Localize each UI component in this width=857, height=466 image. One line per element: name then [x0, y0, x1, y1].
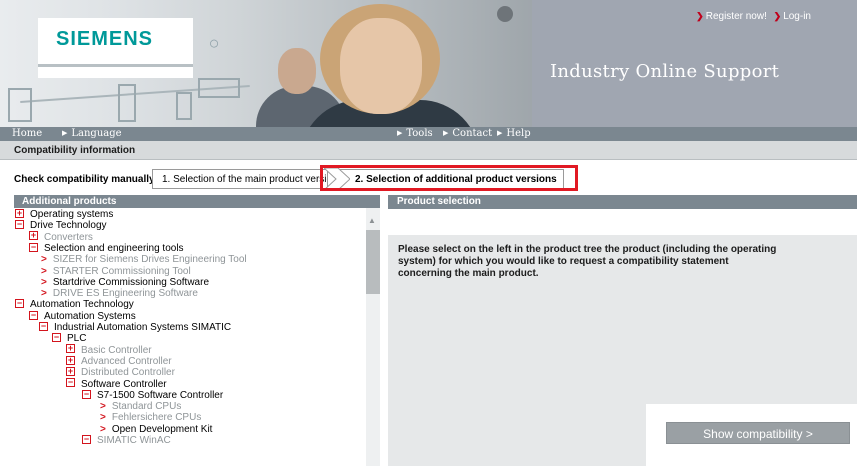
collapse-icon[interactable]: − [66, 378, 75, 388]
triangle-right-icon: ▶ [497, 129, 503, 137]
tree-node[interactable]: + Distributed Controller [66, 367, 175, 379]
tree-node[interactable]: + Basic Controller [66, 344, 152, 357]
wizard-label: Check compatibility manually [14, 174, 155, 185]
page-title: Industry Online Support [550, 61, 780, 82]
collapse-icon[interactable]: − [39, 321, 48, 331]
siemens-logo[interactable]: SIEMENS [56, 28, 153, 51]
leaf-arrow-icon[interactable]: > [100, 412, 106, 423]
tree-node[interactable]: > Startdrive Commissioning Software [41, 277, 209, 289]
arrow-right-icon: ❯ [773, 11, 782, 21]
tree-node-label: Converters [44, 231, 93, 243]
tree-node-label: Automation Technology [30, 299, 134, 311]
tree-node[interactable]: − SIMATIC WinAC [82, 434, 171, 447]
triangle-right-icon: ▶ [62, 129, 68, 137]
show-compatibility-button[interactable]: Show compatibility > [666, 422, 850, 444]
leaf-arrow-icon[interactable]: > [41, 277, 47, 288]
account-links: ❯ Register now! ❯ Log-in [692, 11, 811, 22]
leaf-arrow-icon[interactable]: > [100, 424, 106, 435]
tree-node-label: SIZER for Siemens Drives Engineering Too… [52, 254, 247, 266]
nav-help[interactable]: ▶ Help [497, 128, 531, 139]
tree-node-label: Open Development Kit [111, 423, 213, 435]
tree-node[interactable]: > Open Development Kit [100, 424, 212, 436]
nav-tools[interactable]: ▶ Tools [397, 128, 433, 139]
speech-bubble-icon: ○ [208, 33, 220, 53]
collapse-icon[interactable]: − [52, 333, 61, 343]
tree-node-label: Advanced Controller [81, 355, 172, 367]
section-bar: Compatibility information [0, 141, 857, 160]
chevron-up-icon[interactable]: ▲ [368, 216, 376, 225]
tree-node-label: Distributed Controller [81, 367, 175, 379]
scrollbar-thumb[interactable] [366, 230, 380, 294]
leaf-arrow-icon[interactable]: > [100, 401, 106, 412]
tree-node[interactable]: > STARTER Commissioning Tool [41, 266, 191, 278]
tree-node-label: STARTER Commissioning Tool [52, 265, 191, 277]
nav-language-label: Language [71, 128, 122, 139]
tree-node-label: Operating systems [30, 209, 114, 220]
expand-icon[interactable]: + [66, 355, 75, 365]
expand-icon[interactable]: + [66, 344, 75, 354]
tree-node-label: Fehlersichere CPUs [111, 412, 202, 424]
nav-help-label: Help [506, 128, 531, 139]
tree-node[interactable]: − Selection and engineering tools [29, 242, 184, 255]
leaf-arrow-icon[interactable]: > [41, 254, 47, 265]
tree-node[interactable]: > SIZER for Siemens Drives Engineering To… [41, 254, 247, 266]
collapse-icon[interactable]: − [82, 389, 91, 399]
nav-contact-label: Contact [452, 128, 493, 139]
nav-contact[interactable]: ▶ Contact [443, 128, 492, 139]
additional-products-header: Additional products [14, 195, 380, 208]
header-banner-image: ○ SIEMENS [0, 0, 532, 127]
nav-home[interactable]: Home [12, 128, 42, 139]
register-link[interactable]: Register now! [706, 11, 767, 22]
tree-node[interactable]: − Industrial Automation Systems SIMATIC [39, 321, 232, 334]
tree-node-label: Drive Technology [30, 220, 107, 232]
collapse-icon[interactable]: − [15, 220, 24, 230]
tree-node-label: Standard CPUs [111, 401, 182, 413]
tree-node-label: Automation Systems [44, 310, 136, 322]
tree-node-label: SIMATIC WinAC [97, 435, 171, 446]
section-title: Compatibility information [14, 145, 136, 156]
collapse-icon[interactable]: − [29, 242, 38, 252]
product-selection-header: Product selection [388, 195, 857, 209]
tree-node[interactable]: > DRIVE ES Engineering Software [41, 288, 198, 300]
nav-tools-label: Tools [406, 128, 433, 139]
collapse-icon[interactable]: − [82, 434, 91, 444]
tree-node-label: Basic Controller [81, 344, 152, 356]
tree-node[interactable]: + Operating systems [15, 208, 114, 221]
expand-icon[interactable]: + [15, 208, 24, 218]
tree-node[interactable]: + Advanced Controller [66, 355, 172, 368]
tree-node-label: Industrial Automation Systems SIMATIC [54, 322, 232, 333]
wizard-step-1[interactable]: 1. Selection of the main product version [152, 169, 328, 189]
nav-language[interactable]: ▶ Language [62, 128, 122, 139]
tree-node[interactable]: − S7-1500 Software Controller [82, 389, 224, 402]
leaf-arrow-icon[interactable]: > [41, 266, 47, 277]
tree-node-label: Startdrive Commissioning Software [52, 276, 210, 288]
triangle-right-icon: ▶ [443, 129, 449, 137]
instruction-text: Please select on the left in the product… [398, 244, 777, 279]
triangle-right-icon: ▶ [397, 129, 403, 137]
collapse-icon[interactable]: − [15, 299, 24, 309]
tree-node[interactable]: > Standard CPUs [100, 401, 181, 413]
product-tree: + Operating systems − Drive Technology + Conv… [14, 208, 365, 466]
tree-node[interactable]: + Converters [29, 231, 93, 244]
tree-node-label: S7-1500 Software Controller [97, 389, 224, 401]
login-link[interactable]: Log-in [783, 11, 811, 22]
collapse-icon[interactable]: − [29, 310, 38, 320]
expand-icon[interactable]: + [66, 367, 75, 377]
highlight-box [320, 165, 578, 191]
tree-node-label: Selection and engineering tools [44, 242, 184, 254]
tree-node-label: Software Controller [81, 378, 167, 390]
leaf-arrow-icon[interactable]: > [41, 288, 47, 299]
tree-node-label: DRIVE ES Engineering Software [52, 288, 198, 300]
tree-node[interactable]: > Fehlersichere CPUs [100, 412, 201, 424]
site-header: ○ SIEMENS ❯ Register now! ❯ Log-in Industr… [0, 0, 857, 127]
main-nav: Home ▶ Language ▶ Tools ▶ Contact ▶ Help [0, 127, 857, 141]
expand-icon[interactable]: + [29, 231, 38, 241]
arrow-right-icon: ❯ [696, 11, 704, 21]
